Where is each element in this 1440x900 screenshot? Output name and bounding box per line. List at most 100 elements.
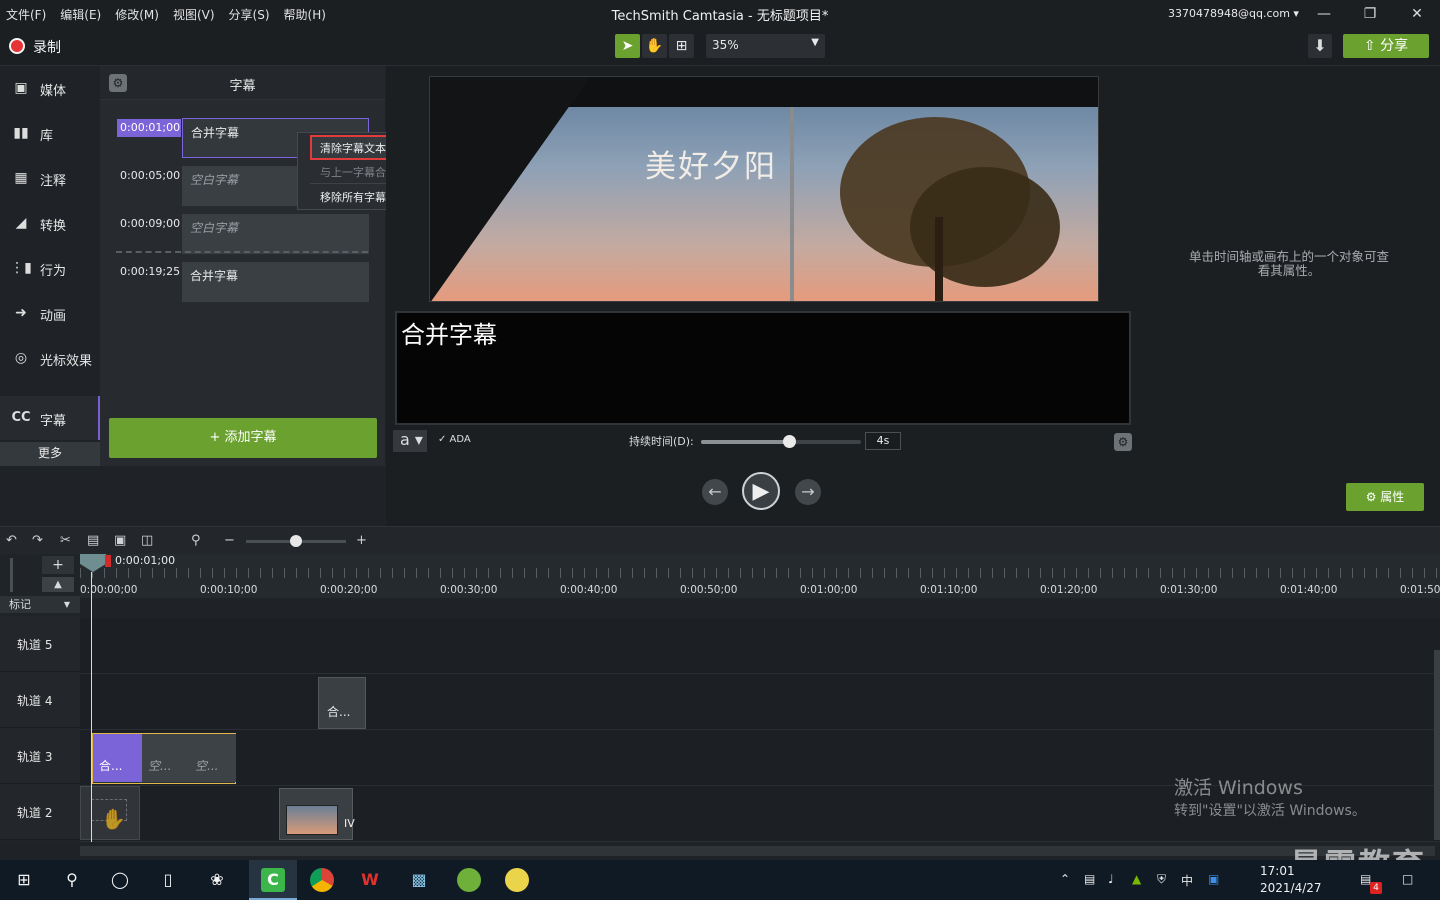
track-header-2[interactable]: 轨道 2 [0,784,80,840]
copy-icon[interactable]: ▤ [87,533,99,548]
track-header-3[interactable]: 轨道 3 [0,728,80,784]
caption-time[interactable]: 0:00:09;00 [117,215,181,233]
track4-caption-clip[interactable]: 合... [318,677,366,729]
properties-button[interactable]: ⚙ 属性 [1346,483,1424,511]
sidebar-item-animations[interactable]: ➜ 动画 [0,291,100,335]
sidebar-item-behaviors[interactable]: ⋮▮ 行为 [0,246,100,290]
select-tool-icon[interactable]: ➤ [615,34,640,58]
download-icon[interactable]: ⬇ [1308,34,1332,58]
search-icon[interactable]: ⚲ [60,868,84,892]
task-view-icon[interactable]: ▯ [156,868,180,892]
menu-modify[interactable]: 修改(M) [115,6,159,23]
sidebar-item-cursor-effects[interactable]: ◎ 光标效果 [0,336,100,380]
minimize-icon[interactable]: — [1301,0,1347,28]
network-icon[interactable]: ▤ [1084,872,1095,886]
menu-edit[interactable]: 编辑(E) [60,6,101,23]
caption-segment[interactable]: 空... [189,734,236,782]
chrome-icon[interactable] [310,868,334,892]
search-icon[interactable]: ⚲ [191,533,201,548]
action-center-icon[interactable]: □ [1402,872,1413,886]
tray-chevron-icon[interactable]: ⌃ [1060,872,1070,886]
menu-share[interactable]: 分享(S) [229,6,270,23]
notepad-icon[interactable]: ▩ [407,868,431,892]
timeline-horizontal-scrollbar[interactable] [80,846,1435,856]
caption-editor[interactable]: 合并字幕 [395,311,1131,425]
marker-toggle[interactable]: 标记 ▼ [0,596,80,613]
gear-icon[interactable]: ⚙ [1114,433,1132,451]
close-icon[interactable]: ✕ [1394,0,1440,28]
zoom-out-icon[interactable]: − [224,533,235,548]
caption-segment[interactable]: 空... [142,734,189,782]
qq-icon[interactable]: ▣ [1208,872,1219,886]
split-icon[interactable]: ◫ [141,533,153,548]
track-row-4[interactable] [80,674,1440,730]
paste-icon[interactable]: ▣ [114,533,126,548]
crop-icon[interactable]: ⊞ [669,34,694,58]
track-header-4[interactable]: 轨道 4 [0,672,80,728]
track-row-5[interactable] [80,618,1440,674]
add-track-icon[interactable]: + [42,556,74,574]
ada-check[interactable]: ✓ ADA [438,434,471,445]
windows-start-icon[interactable]: ⊞ [12,868,36,892]
cortana-icon[interactable]: ◯ [108,868,132,892]
more-button[interactable]: 更多 [0,442,100,466]
pan-hand-icon[interactable]: ✋ [642,34,667,58]
app-icon[interactable] [457,868,481,892]
caption-text-box[interactable]: 合并字幕 [182,262,369,302]
caption-text-box[interactable]: 空白字幕 [182,214,369,254]
track2-video-clip[interactable]: IV [279,788,355,840]
video-preview[interactable]: 美好夕阳 [429,76,1099,302]
menu-file[interactable]: 文件(F) [6,6,46,23]
duration-slider-knob[interactable] [783,435,796,448]
sidebar-item-transitions[interactable]: ◢ 转换 [0,201,100,245]
cc-icon: CC [11,410,31,425]
share-button[interactable]: ⇧ 分享 [1343,34,1429,58]
sidebar-item-library[interactable]: ▮▮ 库 [0,111,100,155]
properties-panel: 单击时间轴或画布上的一个对象可查看其属性。 ⚙ 属性 [1140,66,1440,526]
app-icon[interactable] [505,868,529,892]
app-icon[interactable]: ❀ [205,868,229,892]
duration-input[interactable]: 4s [865,432,901,450]
nvidia-icon[interactable]: ▲ [1132,872,1141,886]
street-pole [790,107,794,301]
track-header-5[interactable]: 轨道 5 [0,616,80,672]
cut-icon[interactable]: ✂ [60,533,71,548]
account-menu[interactable]: 3370478948@qq.com ▾ [1168,7,1299,20]
redo-icon[interactable]: ↷ [32,533,43,548]
security-icon[interactable]: ⛨ [1157,872,1166,887]
menu-view[interactable]: 视图(V) [173,6,215,23]
timeline-vertical-scrollbar[interactable] [1434,650,1440,840]
caption-segment[interactable]: 合... [93,734,142,782]
sidebar-item-label: 行为 [40,264,67,279]
add-caption-button[interactable]: + 添加字幕 [109,418,377,458]
ime-indicator[interactable]: 中 [1181,872,1193,889]
caption-time[interactable]: 0:00:19;25 [117,263,181,281]
sidebar-item-label: 光标效果 [40,354,93,369]
track-height-slider[interactable] [10,558,13,592]
play-caption-icon[interactable]: ▶ [742,472,780,510]
record-button[interactable]: 录制 [33,37,61,57]
collapse-icon[interactable]: ▲ [42,577,74,592]
wps-icon[interactable]: W [358,868,382,892]
sidebar-item-media[interactable]: ▣ 媒体 [0,66,100,110]
volume-icon[interactable]: ♩ [1108,872,1114,886]
sidebar-item-captions[interactable]: CC 字幕 [0,396,100,440]
timeline-zoom-knob[interactable] [290,535,302,547]
caption-time[interactable]: 0:00:01;00 [117,119,181,137]
undo-icon[interactable]: ↶ [6,533,17,548]
menu-help[interactable]: 帮助(H) [284,6,326,23]
next-caption-icon[interactable]: → [795,479,821,505]
taskbar-clock[interactable]: 17:01 2021/4/27 [1260,863,1322,897]
font-dropdown[interactable]: a ▾ [393,430,427,452]
zoom-dropdown[interactable]: 35% ▼ [706,34,825,58]
record-icon[interactable] [9,38,25,54]
caption-editor-text[interactable]: 合并字幕 [401,315,497,350]
sidebar-item-annotations[interactable]: ▦ 注释 [0,156,100,200]
track3-caption-group[interactable]: 合... 空... 空... [92,733,236,784]
zoom-in-icon[interactable]: + [356,533,367,548]
prev-caption-icon[interactable]: ← [702,479,728,505]
timeline-ruler[interactable]: 0:00:01;00 0:00:00;00 0:00:10;00 0:00:20;0… [80,554,1440,598]
caption-time[interactable]: 0:00:05;00 [117,167,181,185]
camtasia-taskbar-button[interactable]: C [249,860,297,900]
restore-icon[interactable]: ❐ [1347,0,1393,28]
